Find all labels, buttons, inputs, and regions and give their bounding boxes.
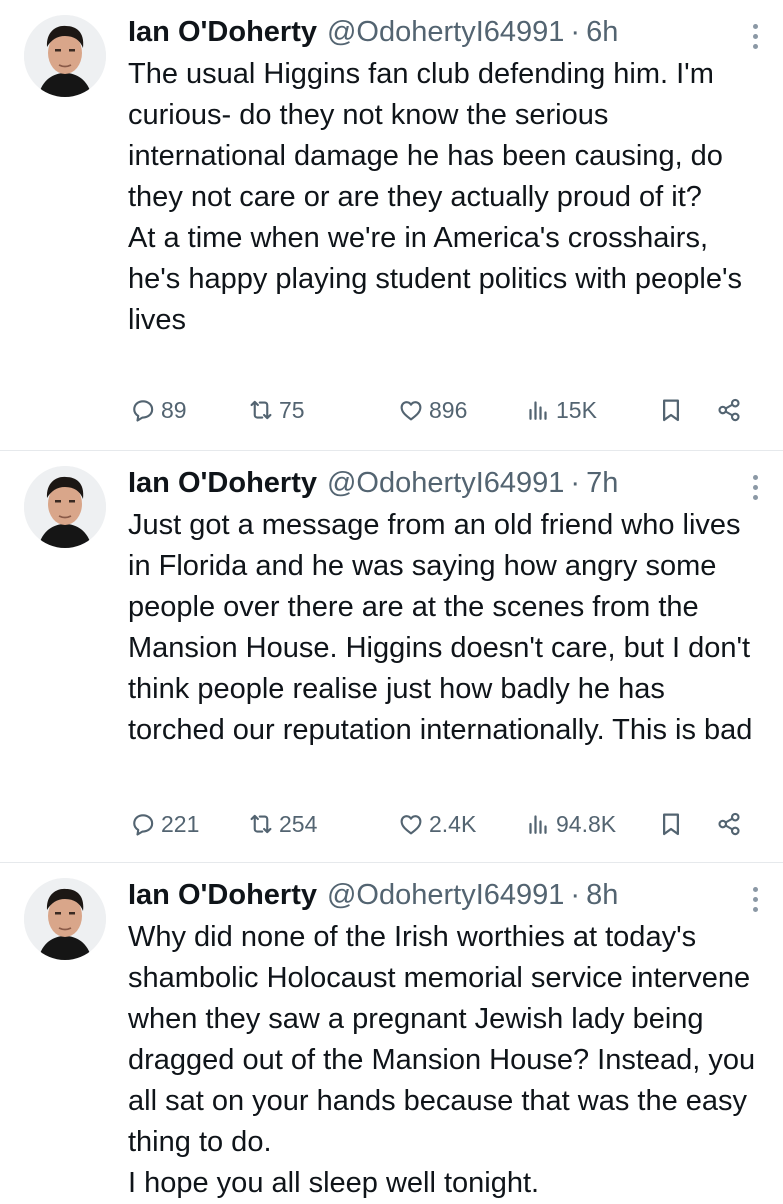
like-icon xyxy=(400,401,422,421)
repost-button[interactable]: 254 xyxy=(246,804,317,844)
tweet-text: The usual Higgins fan club defending him… xyxy=(128,54,763,341)
share-icon xyxy=(718,398,740,422)
tweet-actions: 221 254 2.4K 94.8K xyxy=(128,804,763,844)
like-button[interactable]: 2.4K xyxy=(396,804,476,844)
reply-button[interactable]: 89 xyxy=(128,390,187,430)
tweet[interactable]: Ian O'Doherty @OdohertyI64991 · 8h Why d… xyxy=(0,863,783,1200)
tweet-header: Ian O'Doherty @OdohertyI64991 · 8h xyxy=(128,873,763,917)
reply-count: 221 xyxy=(161,810,200,837)
timestamp[interactable]: 7h xyxy=(586,461,618,505)
more-icon[interactable] xyxy=(751,475,759,505)
tweet-text-line: At a time when we're in America's crossh… xyxy=(128,222,743,336)
tweet[interactable]: Ian O'Doherty @OdohertyI64991 · 6h The u… xyxy=(0,0,783,451)
bookmark-button[interactable] xyxy=(656,390,689,430)
tweet-text-line: Just got a message from an old friend wh… xyxy=(128,509,753,746)
tweet[interactable]: Ian O'Doherty @OdohertyI64991 · 7h Just … xyxy=(0,451,783,863)
avatar[interactable] xyxy=(24,466,106,548)
separator-dot: · xyxy=(570,16,581,48)
tweet-text-line: Why did none of the Irish worthies at to… xyxy=(128,921,756,1158)
bookmark-button[interactable] xyxy=(656,804,689,844)
like-count: 896 xyxy=(429,396,468,423)
separator-dot: · xyxy=(570,467,581,499)
views-icon xyxy=(529,815,547,834)
share-button[interactable] xyxy=(714,804,747,844)
author-handle[interactable]: @OdohertyI64991 xyxy=(327,10,564,54)
views-icon xyxy=(529,401,547,420)
timestamp[interactable]: 8h xyxy=(586,873,618,917)
like-button[interactable]: 896 xyxy=(396,390,467,430)
repost-count: 75 xyxy=(279,396,305,423)
share-button[interactable] xyxy=(714,390,747,430)
reply-icon xyxy=(133,814,154,836)
views-button[interactable]: 94.8K xyxy=(523,804,616,844)
tweet-actions: 89 75 896 15K xyxy=(128,390,763,430)
tweet-text: Just got a message from an old friend wh… xyxy=(128,505,763,751)
author-name[interactable]: Ian O'Doherty xyxy=(128,10,317,54)
avatar[interactable] xyxy=(24,15,106,97)
author-handle[interactable]: @OdohertyI64991 xyxy=(327,461,564,505)
tweet-content: Ian O'Doherty @OdohertyI64991 · 6h The u… xyxy=(128,10,763,341)
author-name[interactable]: Ian O'Doherty xyxy=(128,873,317,917)
more-icon[interactable] xyxy=(751,887,759,917)
tweet-text-line: The usual Higgins fan club defending him… xyxy=(128,58,723,213)
repost-button[interactable]: 75 xyxy=(246,390,305,430)
tweet-content: Ian O'Doherty @OdohertyI64991 · 7h Just … xyxy=(128,461,763,751)
like-count: 2.4K xyxy=(429,810,477,837)
separator-dot: · xyxy=(570,879,581,911)
reply-icon xyxy=(133,400,154,422)
views-button[interactable]: 15K xyxy=(523,390,597,430)
reply-button[interactable]: 221 xyxy=(128,804,199,844)
repost-count: 254 xyxy=(279,810,318,837)
like-icon xyxy=(400,815,422,835)
more-icon[interactable] xyxy=(751,24,759,54)
views-count: 94.8K xyxy=(556,810,617,837)
share-icon xyxy=(718,812,740,836)
views-count: 15K xyxy=(556,396,597,423)
repost-icon xyxy=(250,400,272,420)
timeline-feed: Ian O'Doherty @OdohertyI64991 · 6h The u… xyxy=(0,0,783,1200)
reply-count: 89 xyxy=(161,396,187,423)
author-handle[interactable]: @OdohertyI64991 xyxy=(327,873,564,917)
tweet-content: Ian O'Doherty @OdohertyI64991 · 8h Why d… xyxy=(128,873,763,1204)
bookmark-icon xyxy=(663,813,679,836)
timestamp[interactable]: 6h xyxy=(586,10,618,54)
avatar[interactable] xyxy=(24,878,106,960)
tweet-text: Why did none of the Irish worthies at to… xyxy=(128,917,763,1204)
author-name[interactable]: Ian O'Doherty xyxy=(128,461,317,505)
bookmark-icon xyxy=(663,399,679,422)
tweet-header: Ian O'Doherty @OdohertyI64991 · 6h xyxy=(128,10,763,54)
tweet-text-line: I hope you all sleep well tonight. xyxy=(128,1167,540,1199)
repost-icon xyxy=(250,814,272,834)
tweet-header: Ian O'Doherty @OdohertyI64991 · 7h xyxy=(128,461,763,505)
